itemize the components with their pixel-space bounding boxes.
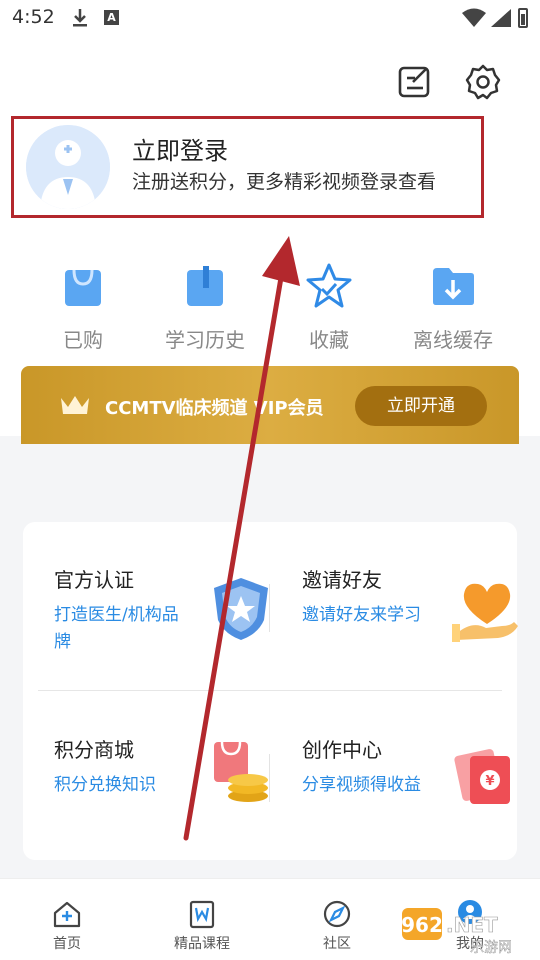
download-icon (73, 9, 87, 27)
quick-action-favorites[interactable]: 收藏 (264, 262, 394, 353)
status-bar: 4:52 A (0, 0, 540, 38)
quick-action-history[interactable]: 学习历史 (140, 262, 270, 353)
quick-action-label: 学习历史 (165, 328, 245, 352)
coins-bag-icon (214, 741, 268, 802)
tab-courses[interactable]: 精品课程 (152, 879, 252, 960)
tab-home[interactable]: 首页 (17, 879, 117, 960)
compass-icon (323, 900, 351, 928)
vip-text: CCMTV临床频道 VIP会员 (105, 398, 324, 419)
wifi-icon (462, 8, 486, 27)
divider (269, 584, 270, 632)
crown-icon (61, 396, 89, 414)
quick-action-label: 已购 (63, 328, 103, 352)
vip-open-button[interactable]: 立即开通 (355, 386, 487, 426)
svg-text:乐游网: 乐游网 (470, 940, 512, 956)
a-notification-icon: A (104, 10, 119, 25)
login-subtitle: 注册送积分，更多精彩视频登录查看 (132, 171, 437, 193)
login-prompt[interactable]: 立即登录 注册送积分，更多精彩视频登录查看 (11, 116, 484, 218)
tab-community[interactable]: 社区 (287, 879, 387, 960)
feature-desc: 打造医生/机构品牌 (54, 605, 179, 652)
star-icon (306, 263, 352, 308)
quick-action-label: 离线缓存 (413, 328, 493, 352)
course-icon (189, 900, 215, 929)
feature-creator-center[interactable]: 创作中心 分享视频得收益 ¥ (302, 734, 532, 884)
certification-badge-icon (214, 578, 268, 640)
divider (269, 754, 270, 802)
tab-label: 首页 (53, 936, 81, 952)
default-avatar-icon (26, 125, 110, 209)
edit-icon[interactable] (397, 64, 433, 100)
heart-hand-icon (452, 583, 518, 642)
shopping-bag-icon (65, 269, 101, 306)
svg-text:962: 962 (401, 913, 443, 937)
battery-icon (518, 8, 528, 28)
signal-icon (491, 9, 511, 27)
feature-title: 官方认证 (54, 568, 134, 592)
download-folder-icon (433, 268, 474, 305)
home-icon (53, 901, 81, 928)
feature-desc: 分享视频得收益 (302, 775, 421, 795)
feature-title: 创作中心 (302, 738, 382, 762)
status-time: 4:52 (12, 6, 55, 28)
feature-card: 官方认证 打造医生/机构品牌 邀请好友 邀请好友来学习 积分商城 积分兑换知识 … (23, 522, 518, 860)
vip-banner[interactable]: CCMTV临床频道 VIP会员 立即开通 (21, 366, 519, 444)
feature-title: 积分商城 (54, 738, 134, 762)
feature-points-mall[interactable]: 积分商城 积分兑换知识 (54, 734, 284, 884)
settings-icon[interactable] (465, 64, 501, 100)
feature-title: 邀请好友 (302, 568, 382, 592)
watermark-logo: 962 .NET 乐游网 (401, 908, 512, 956)
feature-invite[interactable]: 邀请好友 邀请好友来学习 (302, 564, 532, 714)
red-envelope-icon: ¥ (454, 749, 510, 804)
svg-text:.NET: .NET (446, 913, 498, 937)
avatar[interactable] (26, 125, 110, 209)
quick-action-offline[interactable]: 离线缓存 (388, 262, 518, 353)
tab-label: 精品课程 (174, 936, 230, 952)
feature-desc: 积分兑换知识 (54, 775, 156, 795)
svg-text:¥: ¥ (485, 774, 494, 789)
divider (38, 690, 502, 691)
tab-label: 社区 (323, 936, 351, 952)
quick-action-label: 收藏 (309, 328, 349, 352)
quick-action-purchased[interactable]: 已购 (18, 262, 148, 353)
book-icon (187, 266, 223, 306)
feature-certification[interactable]: 官方认证 打造医生/机构品牌 (54, 564, 284, 714)
feature-desc: 邀请好友来学习 (302, 605, 421, 625)
login-title[interactable]: 立即登录 (132, 131, 228, 166)
